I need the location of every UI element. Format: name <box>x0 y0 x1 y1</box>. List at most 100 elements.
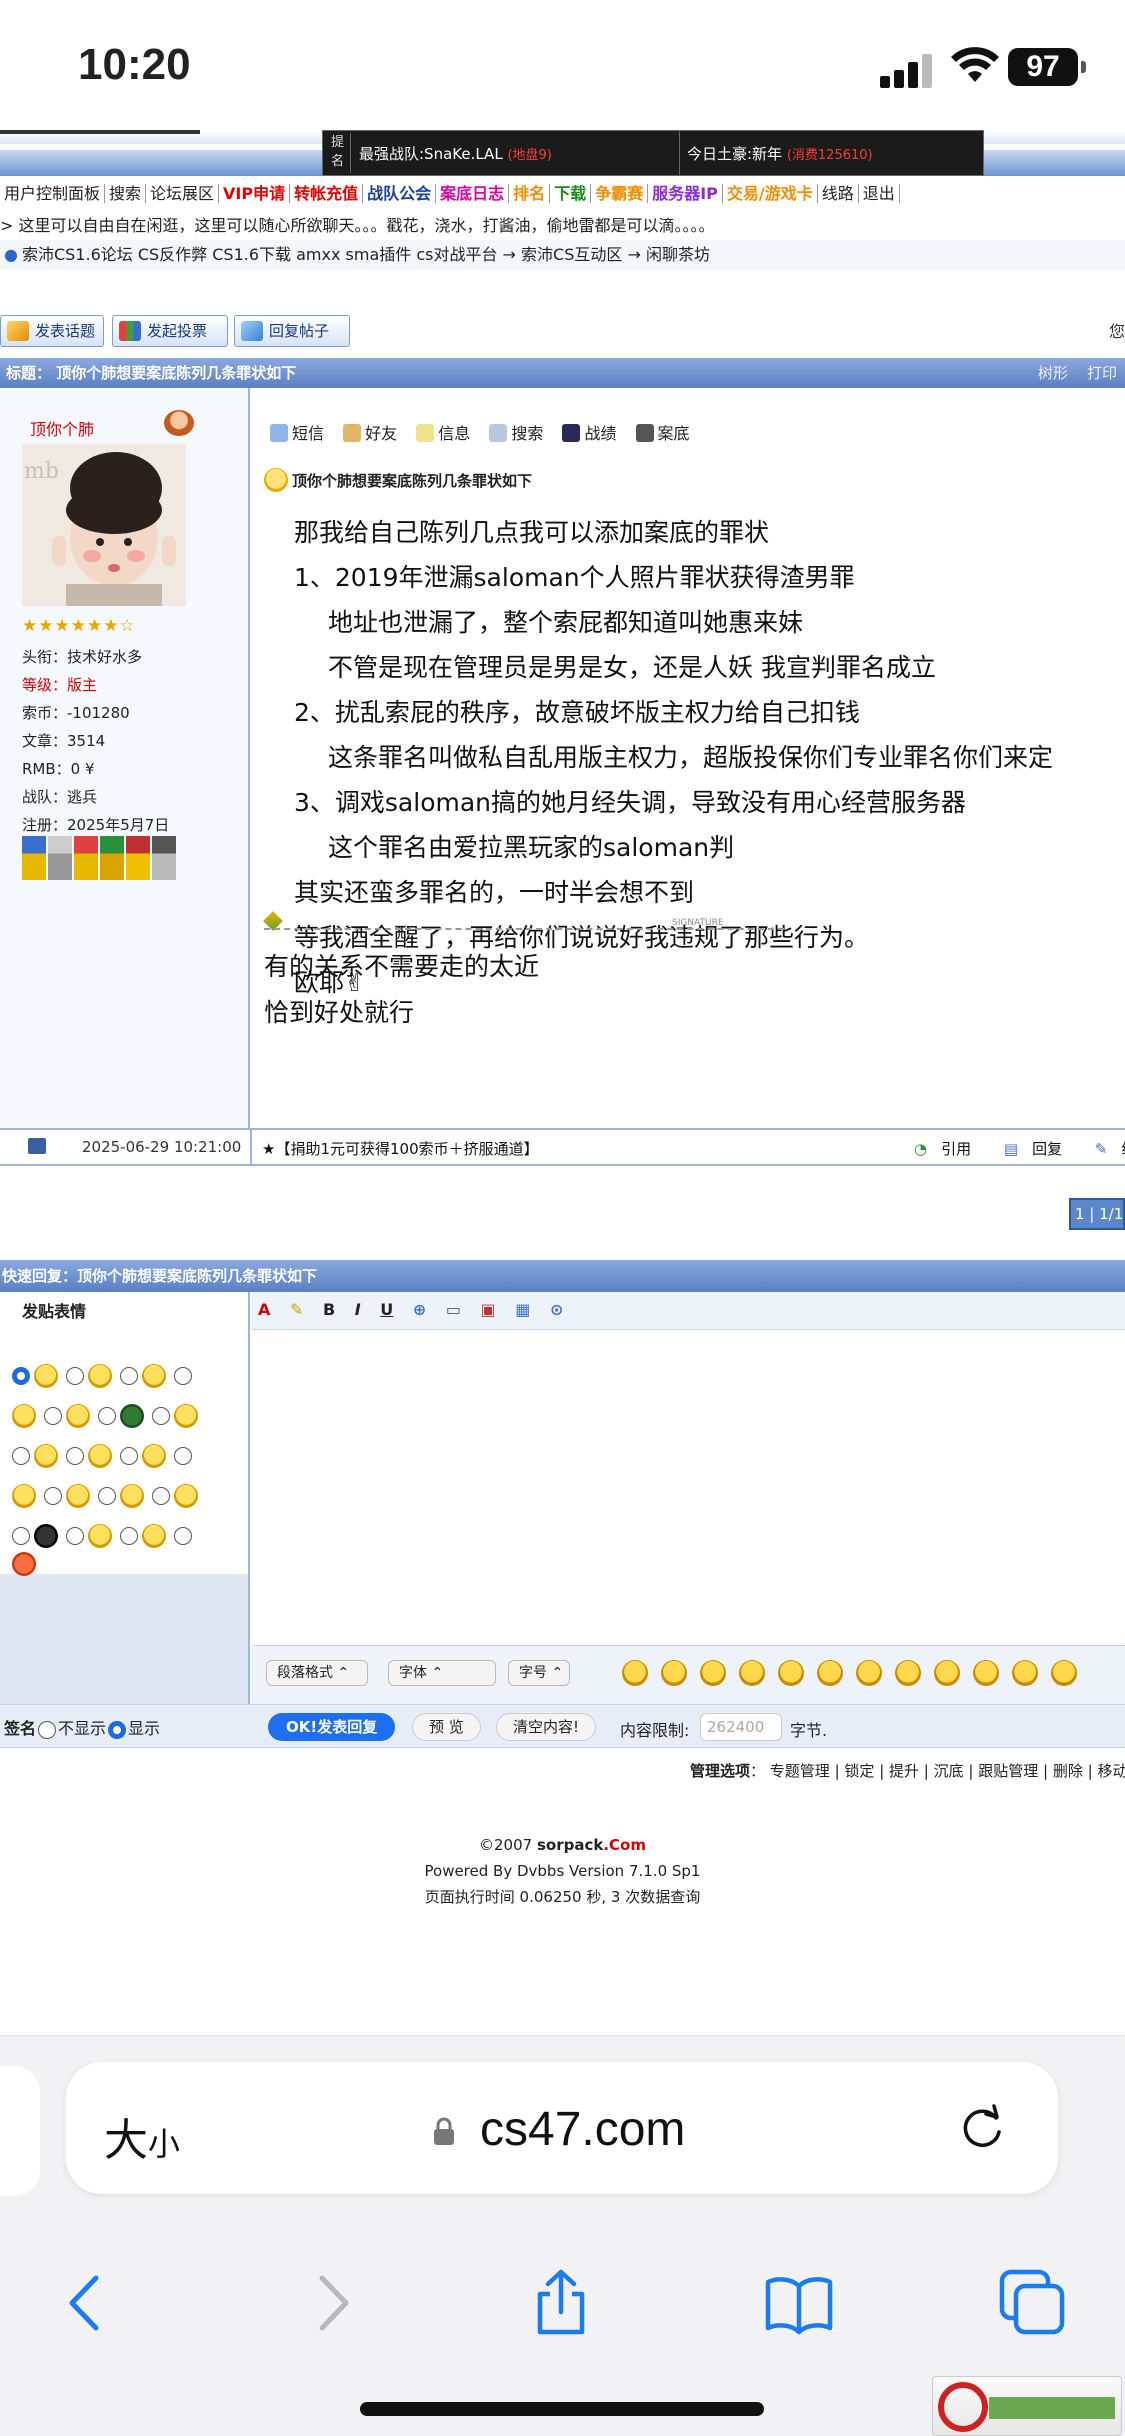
nav-ranking[interactable]: 排名 <box>509 184 551 203</box>
submit-reply-button[interactable]: OK!发表回复 <box>268 1713 396 1741</box>
share-icon[interactable] <box>526 2268 596 2338</box>
font-color-button[interactable]: A <box>258 1300 270 1319</box>
pagination[interactable]: 1 | 1/10 <box>1069 1198 1125 1230</box>
page-settings-button[interactable]: 大小 <box>104 2104 180 2168</box>
emoji-icon[interactable] <box>1012 1660 1038 1686</box>
emotion-radio[interactable] <box>120 1447 138 1465</box>
signature-line: 有的关系不需要走的太近 <box>264 952 540 981</box>
forward-icon[interactable] <box>296 2268 366 2338</box>
quote-insert-icon[interactable]: ▭ <box>446 1300 461 1319</box>
emotion-radio[interactable] <box>66 1527 84 1545</box>
emoji-icon[interactable] <box>778 1660 804 1686</box>
limit-input[interactable]: 262400 <box>700 1713 782 1741</box>
nav-gallery[interactable]: 论坛展区 <box>146 184 220 203</box>
emotion-radio[interactable] <box>174 1367 192 1385</box>
preview-button[interactable]: 预 览 <box>412 1713 481 1741</box>
emoji-icon[interactable] <box>661 1660 687 1686</box>
emotion-radio[interactable] <box>66 1447 84 1465</box>
nav-search[interactable]: 搜索 <box>105 184 147 203</box>
bookmarks-icon[interactable] <box>764 2268 834 2338</box>
emoji-icon[interactable] <box>817 1660 843 1686</box>
highlight-button[interactable]: ✎ <box>290 1300 303 1319</box>
print-link[interactable]: 打印 <box>1087 364 1117 382</box>
new-poll-button[interactable]: 发起投票 <box>112 315 228 347</box>
emotion-radio[interactable] <box>174 1447 192 1465</box>
emotion-radio[interactable] <box>120 1527 138 1545</box>
address-bar[interactable]: 大小 cs47.com <box>66 2062 1058 2194</box>
emotion-radio[interactable] <box>174 1527 192 1545</box>
image-icon[interactable]: ▦ <box>515 1300 530 1319</box>
donate-link[interactable]: ★【捐助1元可获得100索币＋挤服通道】 <box>262 1138 539 1159</box>
emoji-icon[interactable] <box>622 1660 648 1686</box>
reply-editor: A ✎ B I U ⊕ ▭ ▣ ▦ ⊙ 段落格式 ⌃ 字体 ⌃ 字号 ⌃ <box>252 1292 1125 1704</box>
nav-route[interactable]: 线路 <box>817 184 859 203</box>
emoji-icon[interactable] <box>1051 1660 1077 1686</box>
nav-user-panel[interactable]: 用户控制面板 <box>0 184 106 203</box>
tabs-icon[interactable] <box>998 2268 1068 2338</box>
flash-icon[interactable]: ▣ <box>481 1300 496 1319</box>
emotion-radio[interactable] <box>98 1407 116 1425</box>
nav-record-log[interactable]: 案底日志 <box>436 184 510 203</box>
manage-move[interactable]: 移动 <box>1097 1762 1125 1780</box>
emotion-radio[interactable] <box>66 1367 84 1385</box>
search-icon[interactable]: ⊙ <box>550 1300 563 1319</box>
breadcrumb-text[interactable]: 索沛CS1.6论坛 CS反作弊 CS1.6下载 amxx sma插件 cs对战平… <box>22 245 710 264</box>
emoji-icon[interactable] <box>934 1660 960 1686</box>
message-link[interactable]: 短信 <box>270 424 324 443</box>
emotion-radio[interactable] <box>44 1487 62 1505</box>
tree-view-link[interactable]: 树形 <box>1038 364 1068 382</box>
emoji-icon[interactable] <box>973 1660 999 1686</box>
emotion-radio[interactable] <box>12 1367 30 1385</box>
emoji-icon[interactable] <box>700 1660 726 1686</box>
quote-button[interactable]: ◔ 引用 <box>914 1140 985 1158</box>
emotion-radio[interactable] <box>152 1487 170 1505</box>
emoji-icon[interactable] <box>856 1660 882 1686</box>
manage-raise[interactable]: 提升 <box>889 1762 919 1780</box>
reply-button[interactable]: 回复帖子 <box>234 315 350 347</box>
manage-delete[interactable]: 删除 <box>1053 1762 1083 1780</box>
info-link[interactable]: 信息 <box>416 424 470 443</box>
nav-download[interactable]: 下载 <box>550 184 592 203</box>
nav-trade[interactable]: 交易/游戏卡 <box>722 184 818 203</box>
reply-post-button[interactable]: ▤ 回复 <box>1004 1140 1076 1158</box>
nav-transfer[interactable]: 转帐充值 <box>290 184 364 203</box>
paragraph-format-select[interactable]: 段落格式 ⌃ <box>266 1660 368 1686</box>
emotion-radio[interactable] <box>98 1487 116 1505</box>
nav-tournament[interactable]: 争霸赛 <box>591 184 649 203</box>
record-link[interactable]: 案底 <box>635 424 690 443</box>
clear-button[interactable]: 清空内容! <box>496 1713 597 1741</box>
nav-guild[interactable]: 战队公会 <box>363 184 437 203</box>
link-icon[interactable]: ⊕ <box>413 1300 426 1319</box>
hide-signature-radio[interactable] <box>38 1720 57 1739</box>
font-size-select[interactable]: 字号 ⌃ <box>508 1660 570 1686</box>
friend-link[interactable]: 好友 <box>343 424 397 443</box>
manage-topic[interactable]: 专题管理 <box>770 1762 830 1780</box>
font-select[interactable]: 字体 ⌃ <box>388 1660 496 1686</box>
emotion-radio[interactable] <box>152 1407 170 1425</box>
manage-replies[interactable]: 跟贴管理 <box>978 1762 1038 1780</box>
nav-server-ip[interactable]: 服务器IP <box>648 184 723 203</box>
reload-icon[interactable] <box>956 2102 1008 2154</box>
edit-button[interactable]: ✎编辑 <box>1095 1140 1125 1158</box>
previous-tab-peek[interactable] <box>0 2066 40 2196</box>
nav-vip[interactable]: VIP申请 <box>219 184 291 203</box>
poster-name[interactable]: 顶你个肺 <box>30 416 94 440</box>
italic-button[interactable]: I <box>355 1300 361 1319</box>
emoji-icon[interactable] <box>895 1660 921 1686</box>
emotion-radio[interactable] <box>120 1367 138 1385</box>
show-signature-radio[interactable] <box>108 1720 127 1739</box>
underline-button[interactable]: U <box>380 1300 393 1319</box>
manage-sink[interactable]: 沉底 <box>934 1762 964 1780</box>
back-icon[interactable] <box>52 2268 122 2338</box>
emoji-icon[interactable] <box>739 1660 765 1686</box>
reply-textarea[interactable] <box>252 1330 1125 1646</box>
manage-lock[interactable]: 锁定 <box>844 1762 874 1780</box>
stats-link[interactable]: 战绩 <box>562 424 616 443</box>
bold-button[interactable]: B <box>323 1300 335 1319</box>
emotion-radio[interactable] <box>12 1527 30 1545</box>
emotion-radio[interactable] <box>12 1447 30 1465</box>
emotion-radio[interactable] <box>44 1407 62 1425</box>
new-topic-button[interactable]: 发表话题 <box>0 315 104 347</box>
nav-logout[interactable]: 退出 <box>858 184 900 203</box>
search-link[interactable]: 搜索 <box>489 424 543 443</box>
